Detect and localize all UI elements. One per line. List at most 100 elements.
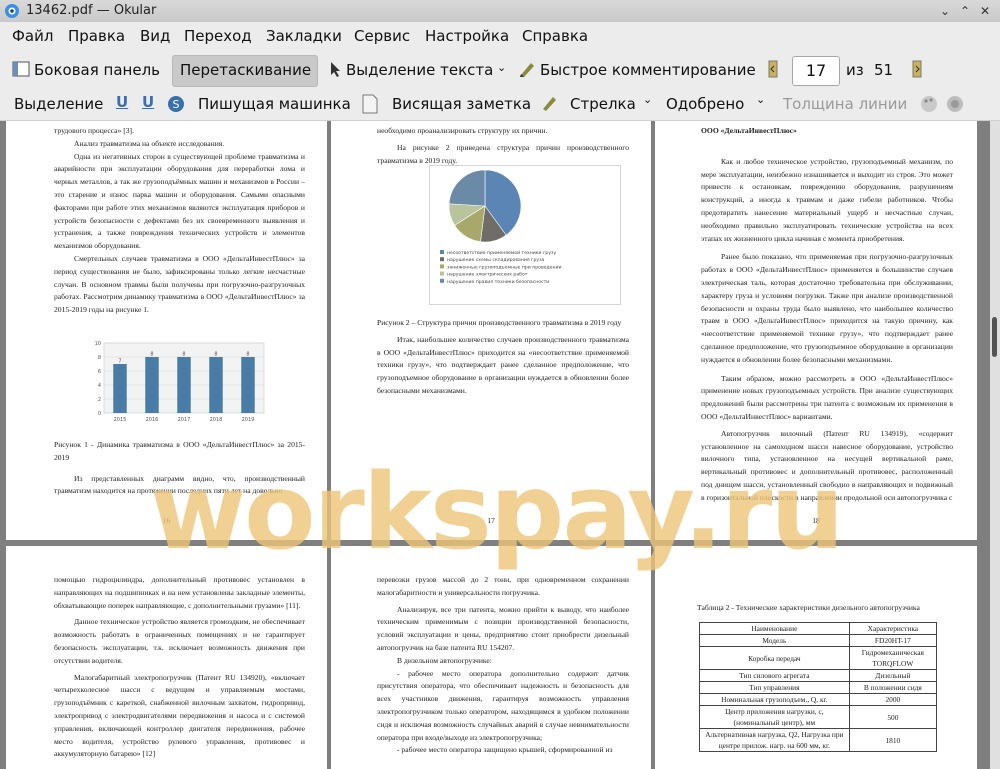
y-tick-label: 0 [98, 411, 101, 417]
stamp-chevron-icon[interactable]: ⌄ [756, 93, 765, 106]
paragraph: Итак, наибольшее количество случаев прои… [377, 334, 629, 395]
bar [113, 364, 127, 413]
y-tick-label: 6 [98, 369, 101, 375]
table-header-cell: Характеристика [848, 622, 938, 635]
page-19: помощью гидроцилиндра, дополнительный пр… [6, 546, 327, 769]
menu-bookmarks[interactable]: Закладки [266, 27, 342, 45]
x-tick-label: 2016 [146, 417, 159, 423]
arrow-chevron-icon[interactable]: ⌄ [643, 93, 652, 106]
bar [241, 357, 255, 413]
table-row: Альтернативная нагрузка, Q2, Нагрузка пр… [699, 728, 938, 752]
legend-label: нарушение правил техники безопасности [447, 279, 549, 285]
page-number-input[interactable]: 17 [792, 56, 840, 86]
section-heading: ООО «ДельтаИнвестПлюс» [701, 126, 797, 135]
paragraph: Данное техническое устройство является г… [54, 617, 305, 665]
text-select-button[interactable]: Выделение текста [346, 61, 493, 79]
paragraph: Одна из негативных сторон в существующей… [54, 151, 305, 251]
spec-table-wrap: Наименование Характеристика Модель FD20HT-… [699, 622, 938, 752]
table-cell: Альтернативная нагрузка, Q2, Нагрузка пр… [699, 728, 850, 752]
table-caption: Таблица 2 - Технические характеристики д… [697, 603, 920, 612]
svg-text:S: S [173, 98, 180, 111]
x-tick-label: 2017 [178, 417, 191, 423]
bar [145, 357, 159, 413]
chevron-down-icon[interactable]: ⌄ [497, 61, 506, 74]
line-width-tool: Толщина линии [783, 95, 908, 113]
menu-go[interactable]: Переход [184, 27, 252, 45]
x-tick-label: 2015 [114, 417, 127, 423]
figure-caption: Рисунок 1 - Динамика травматизма в ООО «… [54, 440, 305, 462]
menu-file[interactable]: Файл [12, 27, 53, 45]
table-row: Номинальная грузоподъем., Q, кг. 2000 [699, 693, 938, 706]
menu-help[interactable]: Справка [522, 27, 588, 45]
y-tick-label: 2 [98, 397, 101, 403]
paragraph: помощью гидроцилиндра, дополнительный пр… [54, 575, 305, 610]
page-number: 17 [487, 516, 495, 526]
next-page-icon[interactable] [912, 60, 922, 78]
paragraph: На рисунке 2 приведена структура причин … [377, 142, 629, 165]
page-20: перевозки грузов массой до 2 тонн, при о… [331, 546, 651, 769]
table-cell: Дизельный [848, 669, 938, 682]
pie-chart-frame: несоответствие применяемой техники грузу… [429, 165, 621, 305]
page-21: Таблица 2 - Технические характеристики д… [655, 546, 977, 769]
vertical-scrollbar[interactable] [990, 121, 1000, 769]
figure-caption: Рисунок 2 – Структура причин производств… [377, 318, 622, 327]
table-cell: Номинальная грузоподъем., Q, кг. [699, 693, 850, 706]
drag-mode-button[interactable]: Перетаскивание [180, 61, 311, 79]
data-label: 7 [118, 359, 121, 365]
paragraph: Из представленных диаграмм видно, что, п… [54, 473, 305, 496]
quick-comment-button[interactable]: Быстрое комментирование [540, 61, 756, 79]
document-viewport[interactable]: трудового процесса» [3]. Анализ травмати… [0, 121, 990, 769]
squiggly-underline-icon[interactable]: U [142, 93, 154, 111]
table-cell: Центр приложения нагрузки, с, (номинальн… [699, 705, 850, 729]
scrollbar-thumb[interactable] [992, 317, 997, 357]
paragraph: Анализируя, все три патента, можно прийт… [377, 604, 629, 652]
minimize-button[interactable]: ⌄ [938, 4, 952, 18]
palette-icon [921, 96, 937, 112]
legend-swatch [440, 271, 444, 276]
table-cell: 500 [848, 705, 938, 729]
bar [209, 357, 223, 413]
menu-tools[interactable]: Сервис [354, 27, 410, 45]
typewriter-tool[interactable]: Пишущая машинка [198, 95, 351, 113]
legend-label: нарушение электрических работ [447, 272, 528, 278]
maximize-button[interactable]: ⌃ [958, 4, 972, 18]
injury-causes-pie-chart: несоответствие применяемой техники грузу… [440, 169, 561, 285]
menu-view[interactable]: Вид [140, 27, 170, 45]
page-16: трудового процесса» [3]. Анализ травмати… [6, 121, 327, 540]
table-cell: Модель [699, 634, 850, 647]
arrow-pen-icon [543, 97, 556, 111]
stamp-tool[interactable]: Одобрено [666, 95, 744, 113]
data-label: 8 [246, 352, 249, 358]
sidebar-icon [12, 61, 30, 77]
sticky-note-tool[interactable]: Висящая заметка [392, 95, 531, 113]
table-cell: В положении сидя [848, 681, 938, 694]
y-tick-label: 10 [95, 341, 101, 347]
legend-label: заниженные грузоподъемные при проведении [447, 265, 561, 270]
strikeout-icon[interactable]: S [167, 95, 185, 113]
menu-settings[interactable]: Настройка [425, 27, 509, 45]
opacity-icon [947, 96, 963, 112]
table-row: Тип силового агрегата Дизельный [699, 669, 938, 682]
page-number: 16 [162, 516, 171, 526]
legend-swatch [440, 278, 444, 283]
table-row: Модель FD20HT-17 [699, 634, 938, 647]
paragraph: Малогабаритный электропогрузчик (Патент … [54, 672, 305, 759]
underline-icon[interactable]: U [116, 93, 128, 111]
table-row: Коробка передач Гидромеханическая TORQFLO… [699, 646, 938, 670]
page-number: 18 [812, 516, 820, 526]
prev-page-icon[interactable] [768, 60, 778, 78]
bar [177, 357, 191, 413]
x-tick-label: 2019 [242, 417, 255, 423]
cursor-icon [331, 62, 340, 77]
sidebar-button[interactable]: Боковая панель [34, 61, 160, 79]
highlight-tool[interactable]: Выделение [14, 95, 103, 113]
table-cell: Коробка передач [699, 646, 850, 670]
x-tick-label: 2018 [210, 417, 223, 423]
window-title: 13462.pdf — Okular [26, 3, 157, 18]
close-button[interactable]: ✕ [978, 4, 992, 18]
table-cell: Гидромеханическая TORQFLOW [848, 646, 938, 670]
menu-edit[interactable]: Правка [68, 27, 125, 45]
okular-app-icon [5, 4, 19, 18]
arrow-tool[interactable]: Стрелка [570, 95, 636, 113]
text-line: необходимо проанализировать структуру их… [377, 126, 548, 135]
